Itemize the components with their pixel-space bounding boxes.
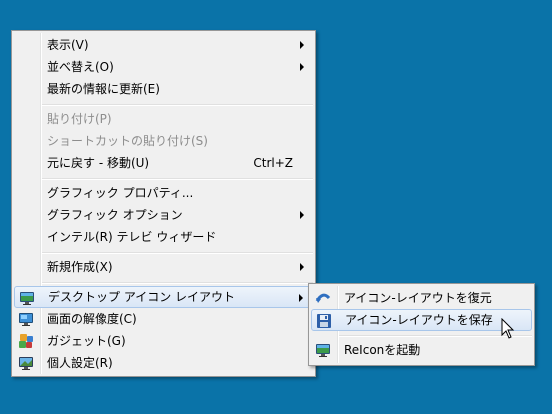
desktop-context-menu: 表示(V) 並べ替え(O) 最新の情報に更新(E) 貼り付け(P) ショートカッ… — [11, 30, 316, 377]
menu-item-tv-wizard[interactable]: インテル(R) テレビ ウィザード — [14, 226, 313, 248]
menu-item-screen-resolution[interactable]: 画面の解像度(C) — [14, 308, 313, 330]
menu-item-label: グラフィック オプション — [47, 208, 183, 222]
menu-item-label: グラフィック プロパティ... — [47, 186, 194, 200]
personalize-icon — [18, 355, 34, 371]
menu-item-label: ReIconを起動 — [344, 343, 421, 357]
menu-item-paste[interactable]: 貼り付け(P) — [14, 108, 313, 130]
submenu-arrow-icon — [300, 41, 304, 49]
display-resolution-icon — [18, 311, 34, 327]
menu-item-label: インテル(R) テレビ ウィザード — [47, 230, 217, 244]
menu-item-save-layout[interactable]: アイコン-レイアウトを保存 — [311, 309, 532, 331]
menu-item-refresh[interactable]: 最新の情報に更新(E) — [14, 78, 313, 100]
desktop-monitor-icon — [19, 290, 35, 306]
menu-item-label: 個人設定(R) — [47, 356, 113, 370]
menu-item-new[interactable]: 新規作成(X) — [14, 256, 313, 278]
menu-item-restore-layout[interactable]: アイコン-レイアウトを復元 — [311, 287, 532, 309]
menu-item-label: 貼り付け(P) — [47, 112, 112, 126]
menu-item-label: ガジェット(G) — [47, 334, 126, 348]
menu-item-label: アイコン-レイアウトを復元 — [344, 291, 492, 305]
menu-item-graphics-properties[interactable]: グラフィック プロパティ... — [14, 182, 313, 204]
shortcut-key: Ctrl+Z — [253, 156, 293, 170]
menu-item-label: 元に戻す - 移動(U) — [47, 156, 150, 170]
submenu-arrow-icon — [300, 63, 304, 71]
mouse-cursor-icon — [501, 318, 515, 339]
menu-separator — [42, 282, 313, 284]
menu-item-label: 最新の情報に更新(E) — [47, 82, 160, 96]
menu-item-label: 新規作成(X) — [47, 260, 113, 274]
menu-item-graphics-options[interactable]: グラフィック オプション — [14, 204, 313, 226]
menu-item-view[interactable]: 表示(V) — [14, 34, 313, 56]
submenu-arrow-icon — [299, 294, 303, 302]
gadgets-icon — [18, 333, 34, 349]
menu-item-desktop-icon-layout[interactable]: デスクトップ アイコン レイアウト — [14, 286, 313, 308]
menu-item-undo-move[interactable]: 元に戻す - 移動(U) Ctrl+Z — [14, 152, 313, 174]
menu-item-label: デスクトップ アイコン レイアウト — [48, 290, 236, 304]
menu-item-label: アイコン-レイアウトを保存 — [345, 313, 493, 327]
restore-arrow-icon — [315, 290, 331, 306]
submenu-arrow-icon — [300, 211, 304, 219]
menu-item-label: ショートカットの貼り付け(S) — [47, 134, 208, 148]
menu-item-personalize[interactable]: 個人設定(R) — [14, 352, 313, 374]
menu-separator — [42, 178, 313, 180]
menu-item-label: 表示(V) — [47, 38, 89, 52]
reicon-monitor-icon — [315, 342, 331, 358]
menu-item-sort[interactable]: 並べ替え(O) — [14, 56, 313, 78]
submenu-arrow-icon — [300, 263, 304, 271]
menu-item-paste-shortcut[interactable]: ショートカットの貼り付け(S) — [14, 130, 313, 152]
menu-item-label: 画面の解像度(C) — [47, 312, 137, 326]
save-disk-icon — [316, 313, 332, 329]
menu-separator — [42, 252, 313, 254]
menu-separator — [42, 104, 313, 106]
menu-item-launch-reicon[interactable]: ReIconを起動 — [311, 339, 532, 361]
menu-item-label: 並べ替え(O) — [47, 60, 114, 74]
menu-item-gadgets[interactable]: ガジェット(G) — [14, 330, 313, 352]
